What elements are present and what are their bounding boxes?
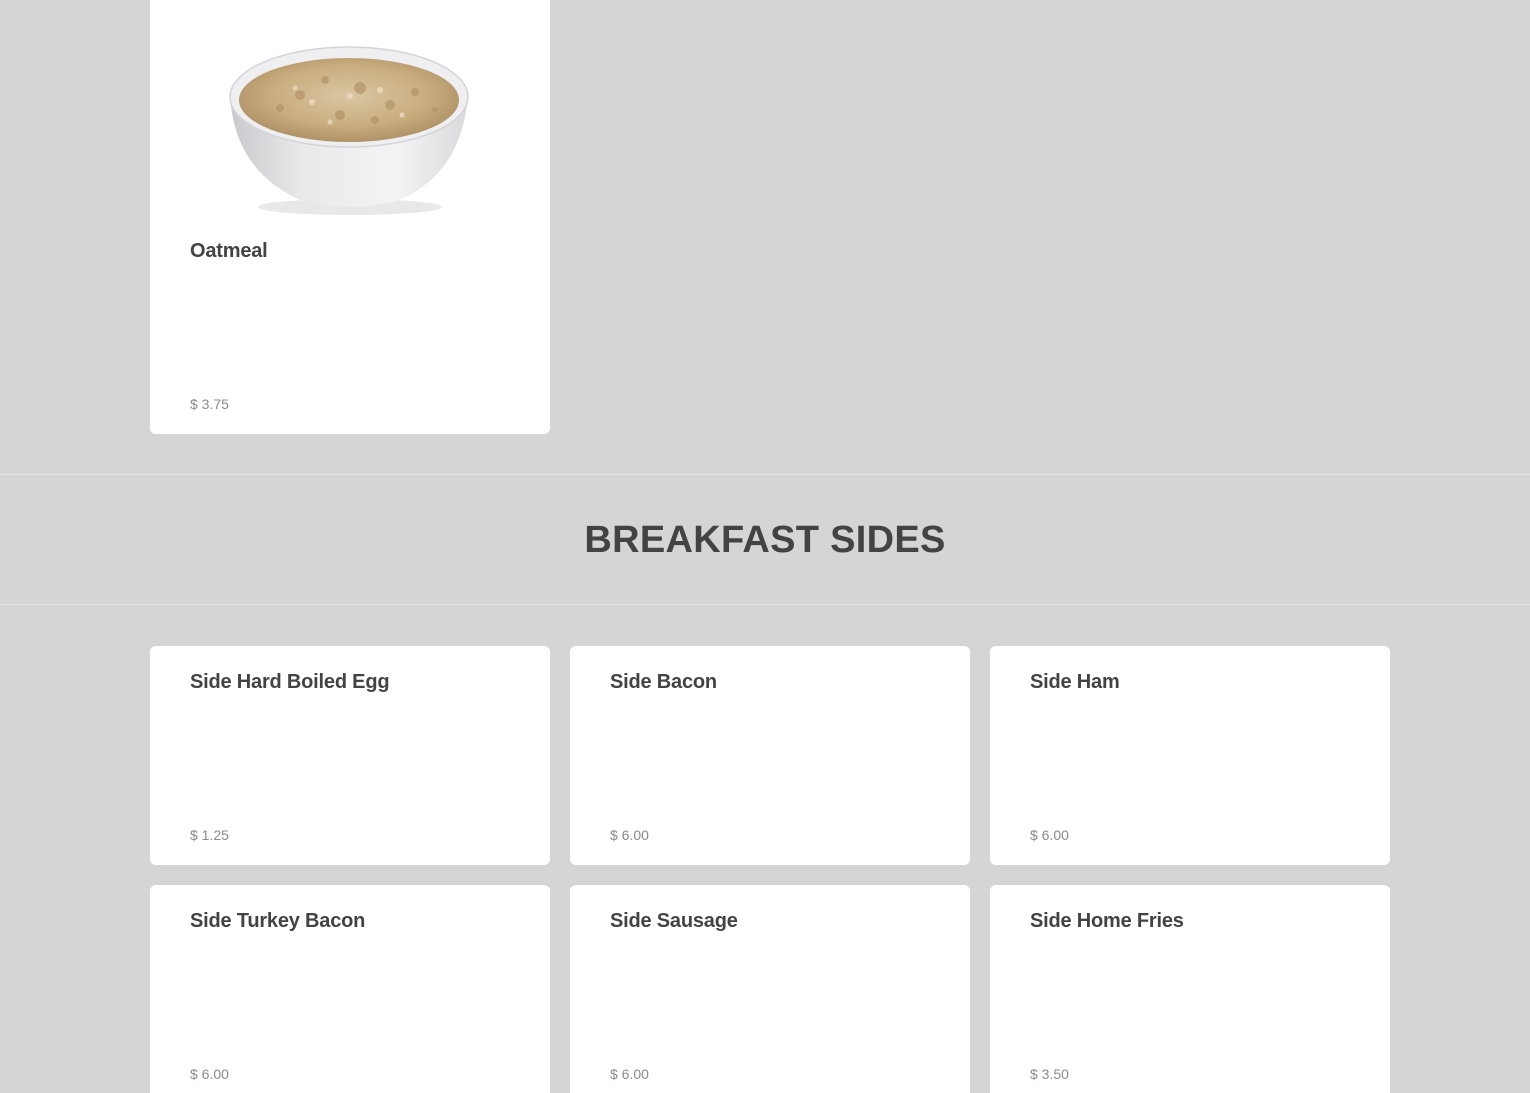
item-name: Side Home Fries (1030, 910, 1184, 932)
section-title: BREAKFAST SIDES (584, 519, 946, 561)
item-name: Side Ham (1030, 671, 1120, 693)
item-price: $ 1.25 (190, 827, 229, 843)
menu-item-card[interactable]: Side Hard Boiled Egg $ 1.25 (150, 646, 550, 865)
menu-item-card[interactable]: Side Ham $ 6.00 (990, 646, 1390, 865)
item-price: $ 3.75 (190, 396, 229, 412)
menu-item-card[interactable]: Side Sausage $ 6.00 (570, 885, 970, 1093)
oatmeal-bowl-icon (150, 0, 550, 215)
menu-item-card-oatmeal[interactable]: Oatmeal $ 3.75 (150, 0, 550, 434)
item-price: $ 6.00 (610, 1066, 649, 1082)
item-name: Oatmeal (190, 240, 268, 262)
oatmeal-image (150, 0, 550, 215)
menu-item-card[interactable]: Side Turkey Bacon $ 6.00 (150, 885, 550, 1093)
item-price: $ 3.50 (1030, 1066, 1069, 1082)
section-header: BREAKFAST SIDES (0, 474, 1530, 605)
item-name: Side Sausage (610, 910, 738, 932)
item-name: Side Hard Boiled Egg (190, 671, 390, 693)
menu-item-card[interactable]: Side Bacon $ 6.00 (570, 646, 970, 865)
item-price: $ 6.00 (610, 827, 649, 843)
menu-page: Oatmeal $ 3.75 BREAKFAST SIDES Side Hard… (0, 0, 1530, 1093)
item-name: Side Turkey Bacon (190, 910, 366, 932)
item-price: $ 6.00 (1030, 827, 1069, 843)
item-name: Side Bacon (610, 671, 717, 693)
item-price: $ 6.00 (190, 1066, 229, 1082)
menu-item-card[interactable]: Side Home Fries $ 3.50 (990, 885, 1390, 1093)
